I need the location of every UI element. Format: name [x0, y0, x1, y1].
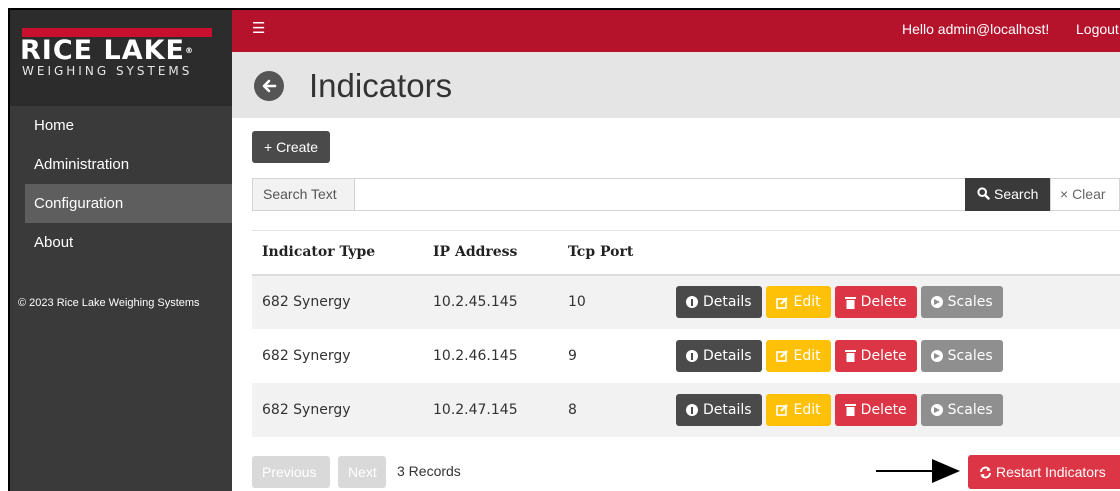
logo-tagline: WEIGHING SYSTEMS [22, 64, 193, 78]
info-icon [686, 349, 698, 362]
search-bar: Search Text Search × Clear [252, 178, 1120, 211]
restart-label: Restart Indicators [996, 464, 1106, 480]
delete-label: Delete [860, 294, 907, 310]
hamburger-menu-icon[interactable]: ☰ [252, 19, 265, 37]
clear-button[interactable]: × Clear [1050, 178, 1120, 211]
details-label: Details [703, 347, 752, 364]
cell-actions: Details Edit Delete Scales [666, 382, 1120, 437]
edit-button[interactable]: Edit [765, 339, 831, 372]
column-header-tcp-port[interactable]: Tcp Port [558, 230, 666, 276]
scales-button[interactable]: Scales [920, 339, 1003, 372]
edit-label: Edit [793, 294, 821, 310]
sidebar-item-about[interactable]: About [8, 223, 232, 262]
column-header-actions [666, 230, 1120, 276]
page-title: Indicators [309, 67, 453, 104]
indicators-table: Indicator Type IP Address Tcp Port 682 S… [252, 230, 1120, 437]
info-icon [686, 296, 698, 308]
scales-label: Scales [947, 347, 993, 364]
scales-label: Scales [947, 294, 993, 310]
trash-icon [844, 350, 856, 362]
search-button[interactable]: Search [965, 178, 1050, 211]
cell-actions: Details Edit Delete Scales [666, 274, 1120, 329]
cell-tcp-port: 10 [558, 274, 666, 329]
column-header-indicator-type[interactable]: Indicator Type [252, 230, 423, 276]
cell-indicator-type: 682 Synergy [252, 382, 423, 437]
arrow-right-circle-icon [930, 296, 943, 308]
delete-button[interactable]: Delete [834, 339, 917, 372]
logo-name: RICE LAKE [20, 35, 185, 66]
cell-ip-address: 10.2.45.145 [423, 274, 558, 329]
arrow-right-circle-icon [930, 403, 943, 416]
cell-ip-address: 10.2.47.145 [423, 382, 558, 437]
edit-button[interactable]: Edit [765, 286, 831, 318]
info-icon [686, 403, 698, 416]
restart-indicators-button[interactable]: Restart Indicators [968, 455, 1120, 489]
arrow-right-circle-icon [930, 349, 943, 362]
next-page-button[interactable]: Next [338, 456, 386, 488]
details-button[interactable]: Details [676, 286, 762, 318]
arrow-left-circle-icon[interactable] [254, 71, 284, 101]
app-window: RICE LAKE® WEIGHING SYSTEMS Home Adminis… [8, 8, 1120, 491]
delete-label: Delete [860, 347, 907, 364]
create-button[interactable]: + Create [252, 131, 331, 163]
details-label: Details [703, 294, 752, 310]
search-label: Search Text [252, 178, 355, 211]
details-button[interactable]: Details [676, 339, 762, 372]
previous-page-button[interactable]: Previous [252, 456, 330, 488]
table-row: 682 Synergy 10.2.45.145 10 Details Edit … [252, 274, 1120, 329]
table-row: 682 Synergy 10.2.47.145 8 Details Edit D… [252, 382, 1120, 437]
sidebar-nav: Home Administration Configuration About [8, 106, 232, 262]
details-label: Details [703, 401, 752, 418]
edit-button[interactable]: Edit [765, 393, 831, 426]
logo-registered-mark: ® [184, 46, 194, 55]
details-button[interactable]: Details [676, 393, 762, 426]
main-content: + Create Search Text Search × Clear Indi… [232, 118, 1120, 491]
scales-label: Scales [947, 401, 993, 418]
cell-tcp-port: 8 [558, 382, 666, 437]
pencil-square-icon [775, 350, 788, 362]
sidebar-item-administration[interactable]: Administration [8, 145, 232, 184]
refresh-icon [980, 466, 991, 479]
logout-link[interactable]: Logout [1076, 21, 1119, 37]
table-header-row: Indicator Type IP Address Tcp Port [252, 230, 1120, 276]
copyright-footer: © 2023 Rice Lake Weighing Systems [18, 297, 200, 309]
sidebar: RICE LAKE® WEIGHING SYSTEMS Home Adminis… [8, 8, 232, 491]
trash-icon [844, 296, 856, 309]
column-header-ip-address[interactable]: IP Address [423, 230, 558, 276]
pencil-square-icon [775, 404, 788, 416]
delete-button[interactable]: Delete [834, 393, 917, 426]
pencil-square-icon [775, 296, 788, 309]
trash-icon [844, 404, 856, 416]
top-bar: ☰ Hello admin@localhost! Logout [232, 8, 1120, 52]
record-count: 3 Records [397, 463, 461, 479]
scales-button[interactable]: Scales [920, 393, 1003, 426]
edit-label: Edit [793, 347, 821, 364]
sidebar-item-home[interactable]: Home [8, 106, 232, 145]
search-input[interactable] [354, 178, 966, 211]
cell-actions: Details Edit Delete Scales [666, 328, 1120, 383]
delete-button[interactable]: Delete [834, 286, 917, 318]
title-bar: Indicators [232, 52, 1120, 118]
cell-ip-address: 10.2.46.145 [423, 328, 558, 383]
search-button-label: Search [994, 186, 1039, 202]
annotation-arrow [876, 459, 960, 483]
user-greeting: Hello admin@localhost! [902, 21, 1050, 37]
cell-indicator-type: 682 Synergy [252, 328, 423, 383]
table-row: 682 Synergy 10.2.46.145 9 Details Edit D… [252, 328, 1120, 383]
cell-indicator-type: 682 Synergy [252, 274, 423, 329]
cell-tcp-port: 9 [558, 328, 666, 383]
scales-button[interactable]: Scales [920, 286, 1003, 318]
magnifier-icon [977, 187, 990, 200]
brand-logo[interactable]: RICE LAKE® WEIGHING SYSTEMS [8, 8, 232, 106]
delete-label: Delete [860, 401, 907, 418]
edit-label: Edit [793, 401, 821, 418]
sidebar-item-configuration[interactable]: Configuration [25, 184, 232, 223]
